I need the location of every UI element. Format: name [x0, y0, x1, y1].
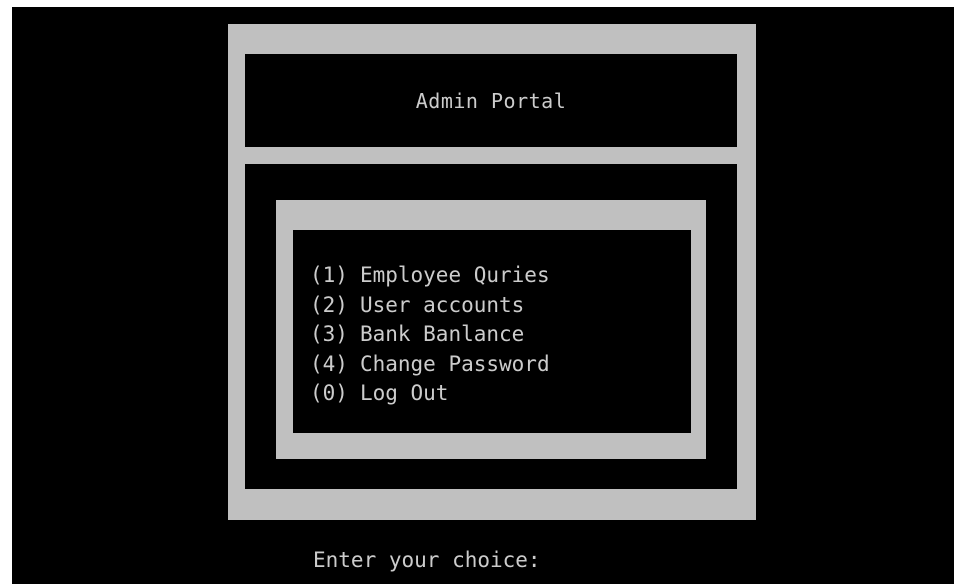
menu-item-employee-queries[interactable]: (1) Employee Quries — [310, 263, 550, 293]
menu-frame: (1) Employee Quries (2) User accounts (3… — [276, 200, 706, 459]
menu-item-key: (2) — [310, 292, 348, 317]
page-title: Admin Portal — [415, 88, 567, 113]
menu-item-change-password[interactable]: (4) Change Password — [310, 352, 550, 382]
menu-list: (1) Employee Quries (2) User accounts (3… — [310, 263, 550, 411]
prompt-label: Enter your choice: — [313, 548, 541, 572]
menu-item-label: Bank Banlance — [359, 322, 525, 346]
menu-item-key: (4) — [310, 351, 348, 376]
menu-box: (1) Employee Quries (2) User accounts (3… — [293, 230, 691, 433]
menu-item-label: Employee Quries — [359, 263, 550, 287]
title-box: Admin Portal — [245, 54, 737, 147]
admin-portal-frame: Admin Portal (1) Employee Quries (2) Use… — [228, 24, 756, 520]
menu-item-key: (0) — [310, 381, 348, 405]
menu-item-label: Change Password — [359, 351, 550, 376]
menu-item-log-out[interactable]: (0) Log Out — [310, 381, 550, 411]
menu-item-key: (3) — [310, 322, 348, 346]
choice-input[interactable] — [553, 545, 577, 567]
menu-item-label: User accounts — [359, 292, 525, 317]
choice-prompt: Enter your choice: — [313, 545, 577, 572]
menu-container: (1) Employee Quries (2) User accounts (3… — [245, 164, 737, 489]
console-window: Admin Portal (1) Employee Quries (2) Use… — [12, 7, 954, 584]
menu-item-user-accounts[interactable]: (2) User accounts — [310, 293, 550, 323]
menu-item-label: Log Out — [359, 381, 449, 405]
menu-item-key: (1) — [310, 263, 348, 287]
menu-item-bank-balance[interactable]: (3) Bank Banlance — [310, 322, 550, 352]
